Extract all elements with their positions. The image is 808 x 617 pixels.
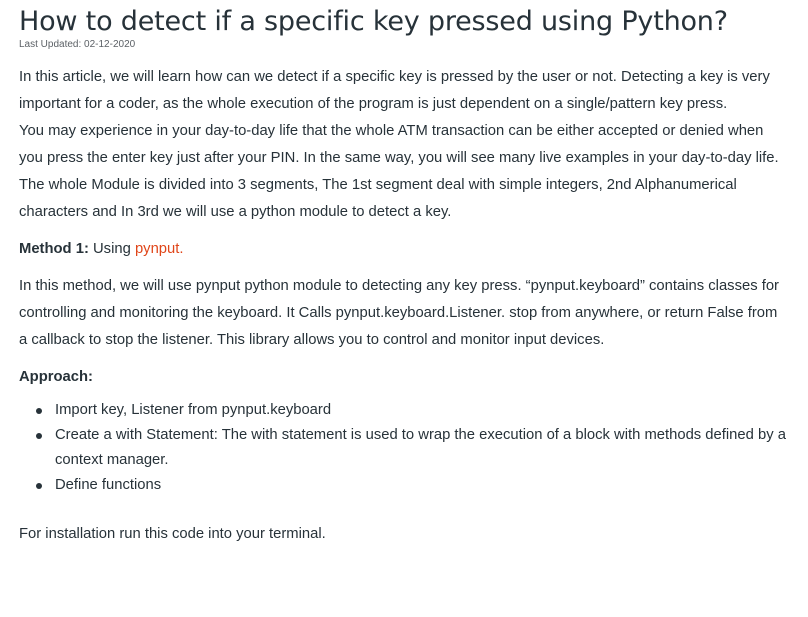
bullet-icon: [36, 433, 42, 439]
article-title: How to detect if a specific key pressed …: [19, 6, 728, 37]
last-updated: Last Updated: 02-12-2020: [19, 39, 136, 50]
pynput-link[interactable]: pynput.: [135, 241, 184, 257]
intro-paragraph-3: The whole Module is divided into 3 segme…: [19, 177, 737, 220]
approach-heading: Approach:: [19, 369, 93, 385]
bullet-icon: [36, 408, 42, 414]
list-item-text: Create a with Statement: The with statem…: [55, 427, 786, 468]
bullet-icon: [36, 483, 42, 489]
list-item-text: Import key, Listener from pynput.keyboar…: [55, 402, 332, 418]
intro-paragraph-2: You may experience in your day-to-day li…: [19, 123, 779, 166]
method-using-text: Using: [88, 241, 135, 257]
install-note: For installation run this code into your…: [19, 526, 326, 542]
article: How to detect if a specific key pressed …: [19, 0, 789, 548]
list-item-text: Define functions: [55, 477, 162, 493]
approach-list: Import key, Listener from pynput.keyboar…: [19, 398, 789, 498]
list-item: Create a with Statement: The with statem…: [36, 423, 789, 473]
list-item: Import key, Listener from pynput.keyboar…: [36, 398, 789, 423]
method-heading: Method 1: Using pynput.: [19, 236, 789, 263]
list-item: Define functions: [36, 473, 789, 498]
method-label: Method 1:: [19, 241, 89, 257]
method-body: In this method, we will use pynput pytho…: [19, 278, 779, 348]
intro-paragraph-1: In this article, we will learn how can w…: [19, 69, 770, 112]
